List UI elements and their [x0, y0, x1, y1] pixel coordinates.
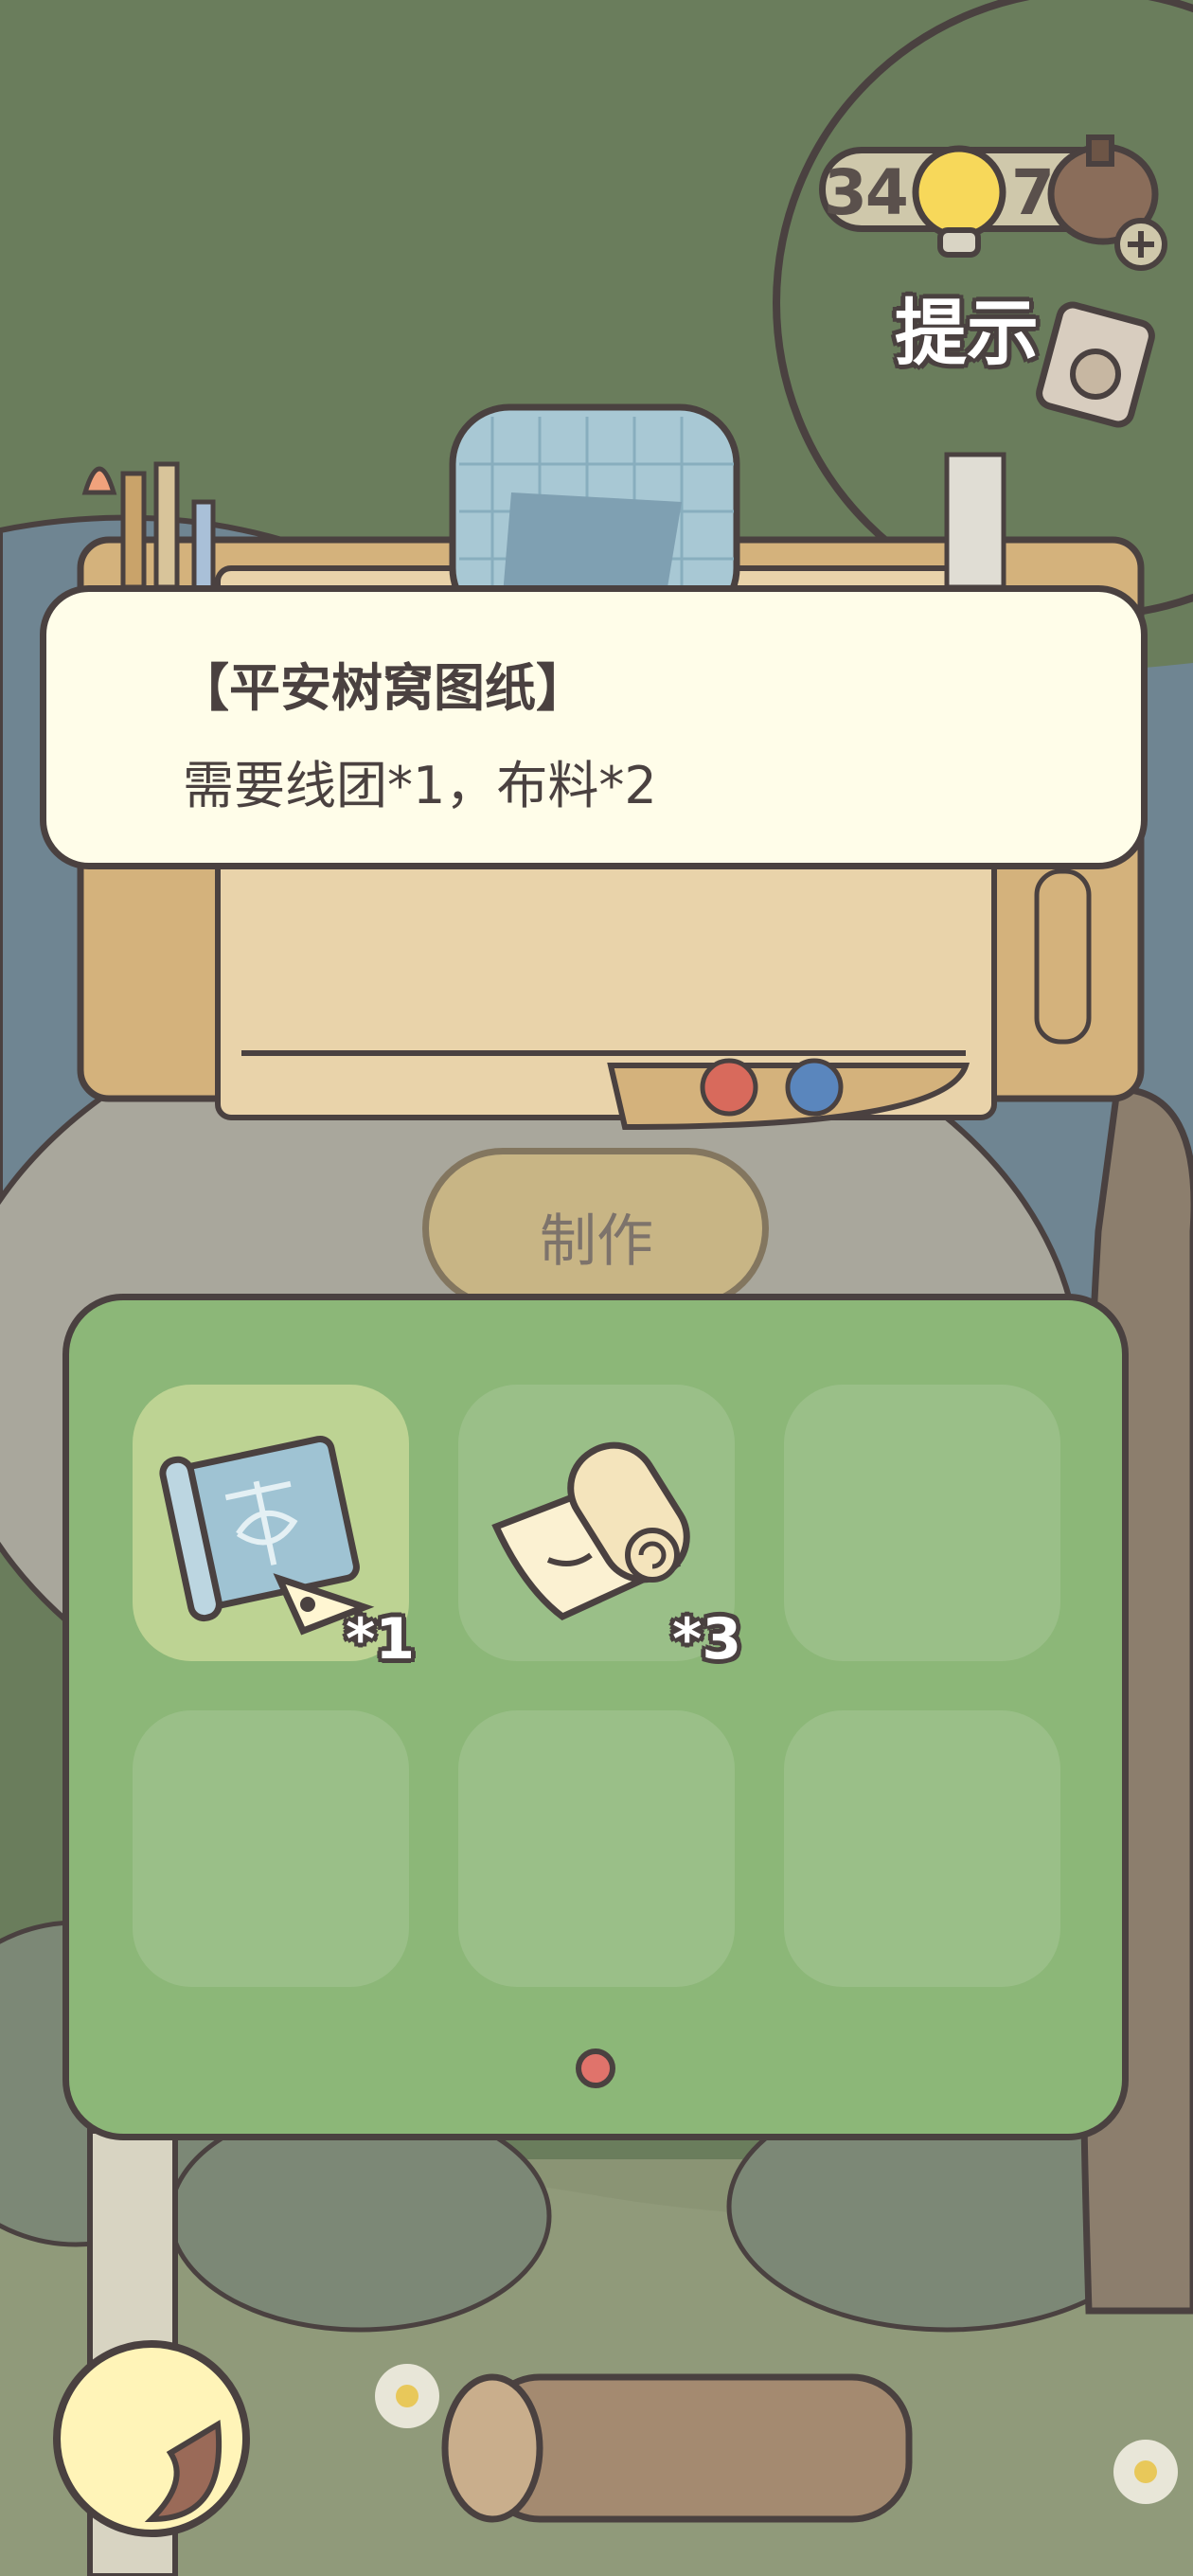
hint-card-icon[interactable]: [1027, 294, 1169, 436]
inventory-slot-6[interactable]: [784, 1710, 1060, 1987]
inventory-slot-3[interactable]: [784, 1385, 1060, 1661]
item-count: *3: [672, 1606, 742, 1673]
acorn-add-icon[interactable]: [1046, 133, 1179, 275]
page-indicator-dot[interactable]: [576, 2048, 615, 2088]
lightbulb-icon: [912, 145, 1006, 258]
back-button[interactable]: [52, 2339, 251, 2538]
recipe-requirement: 需要线团*1，布料*2: [183, 756, 657, 815]
item-count: *1: [346, 1606, 416, 1673]
craft-button-label: 制作: [540, 1208, 653, 1275]
recipe-title: 【平安树窝图纸】: [178, 658, 587, 718]
hint-button-label[interactable]: 提示: [895, 275, 1039, 379]
inventory-slot-5[interactable]: [458, 1710, 735, 1987]
inventory-slot-4[interactable]: [133, 1710, 409, 1987]
bulb-count: 34: [824, 156, 909, 229]
recipe-tooltip: [40, 585, 1148, 869]
